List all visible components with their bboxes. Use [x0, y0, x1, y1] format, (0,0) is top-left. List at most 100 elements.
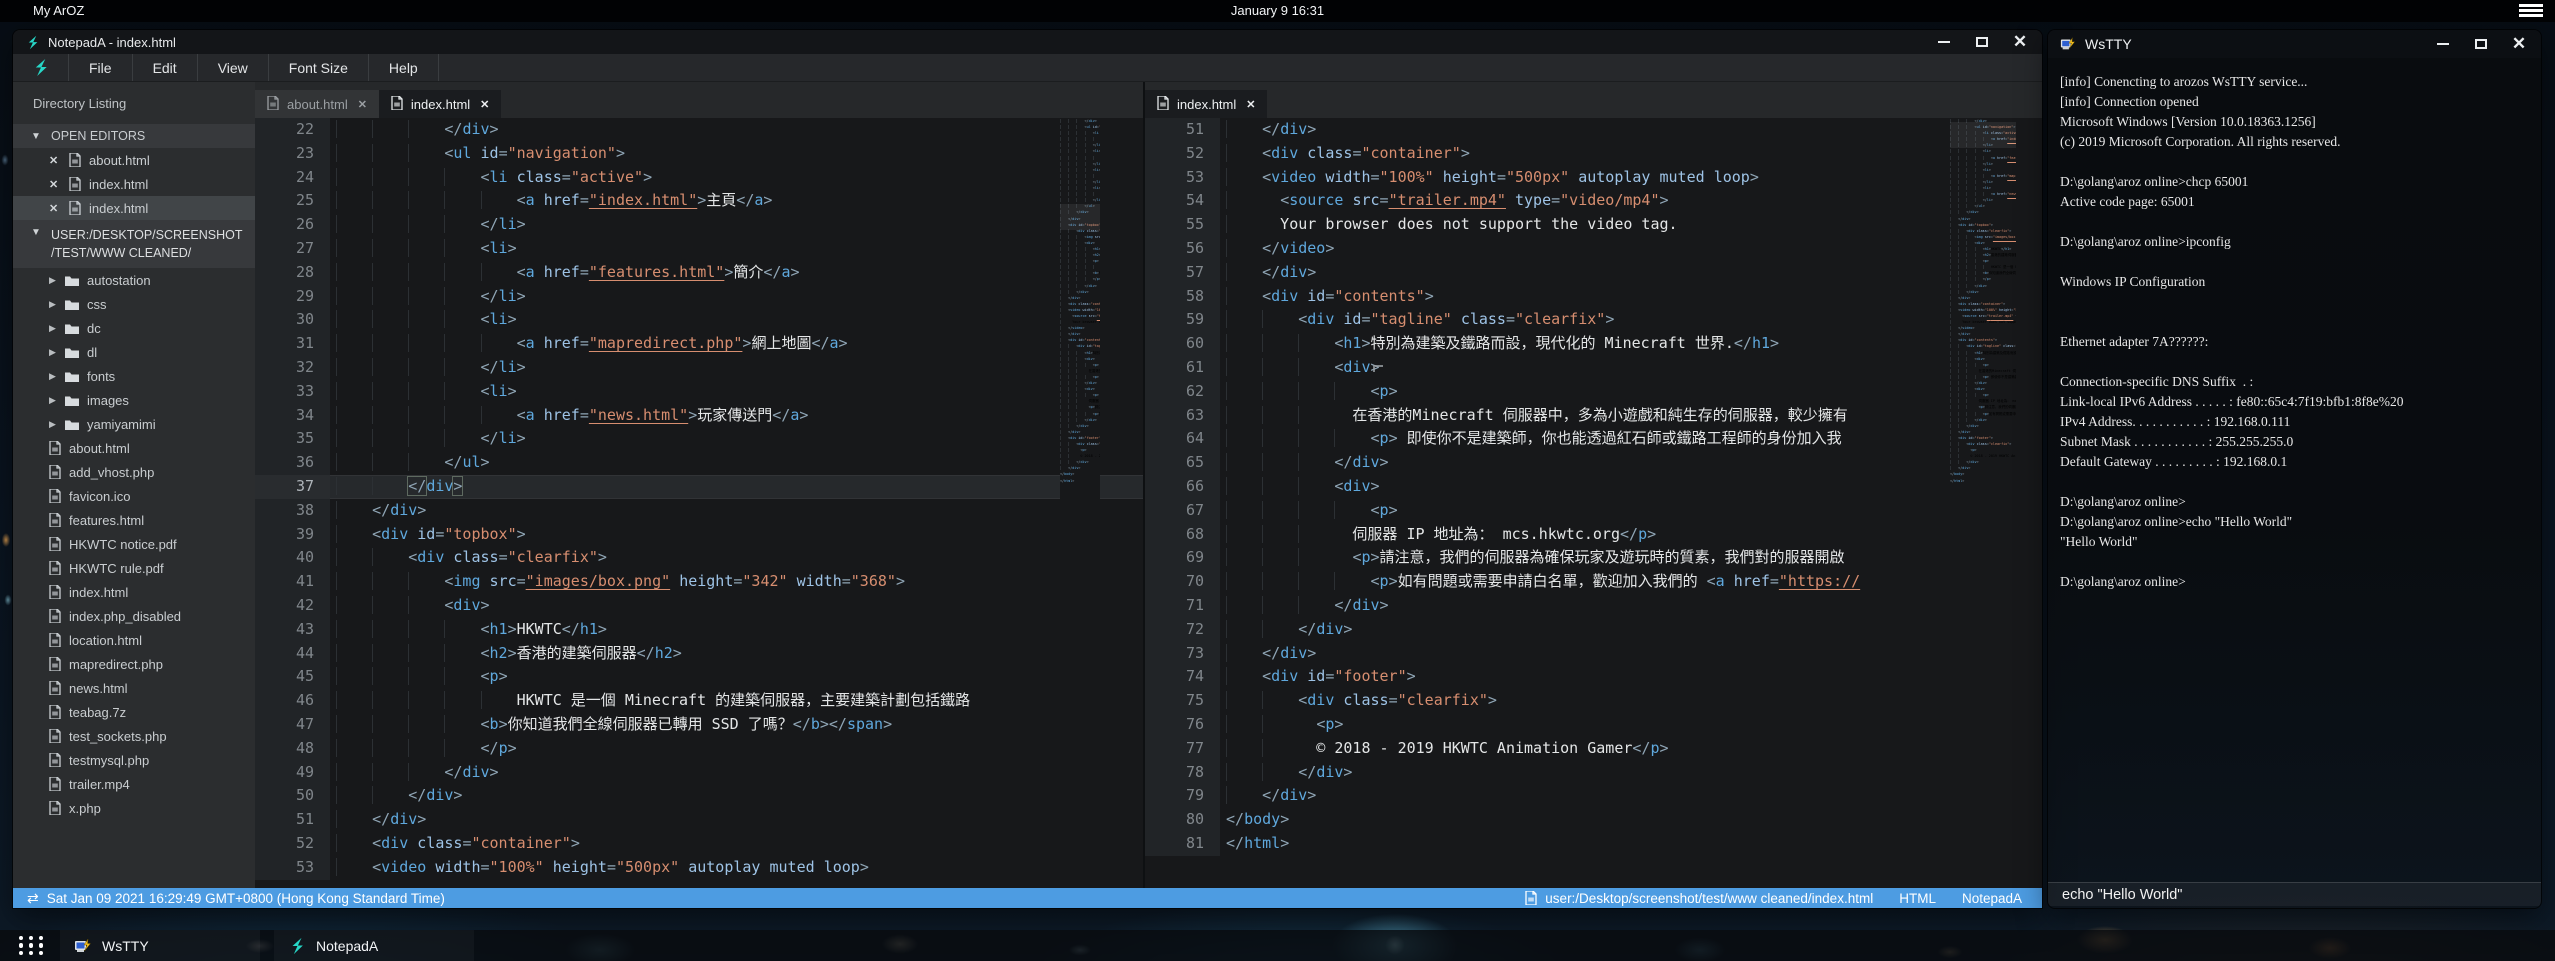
notepada-window: NotepadA - index.html ✕ FileEditViewFont… — [13, 30, 2042, 908]
statusbar-language-badge[interactable]: HTML — [1899, 891, 1936, 906]
line-number: 64 — [1145, 427, 1220, 451]
code-line-32: 32 </li> — [255, 356, 1143, 380]
tab-index.html[interactable]: index.html✕ — [1145, 90, 1267, 118]
sidebar-file-test-sockets.php[interactable]: test_sockets.php — [13, 724, 255, 748]
line-number: 22 — [255, 118, 330, 142]
sidebar-folder-dc[interactable]: ▶dc — [13, 316, 255, 340]
maximize-icon[interactable] — [1974, 34, 1990, 50]
section-open-editors[interactable]: ▼OPEN EDITORS — [13, 124, 255, 148]
taskbar-item-notepada[interactable]: NotepadA — [274, 930, 474, 961]
terminal-line: [info] Connection opened — [2060, 92, 2541, 112]
code-line-46: 46 HKWTC 是一個 Minecraft 的建築伺服器，主要建築計劃包括鐵路 — [255, 689, 1143, 713]
sidebar-folder-yamiyamimi[interactable]: ▶yamiyamimi — [13, 412, 255, 436]
close-icon[interactable]: ✕ — [49, 154, 63, 167]
sidebar-folder-autostation[interactable]: ▶autostation — [13, 268, 255, 292]
wstty-titlebar[interactable]: WsTTY ✕ — [2048, 30, 2541, 58]
menu-item-font-size[interactable]: Font Size — [269, 54, 369, 81]
code-line-66: 66 <div> — [1145, 475, 2042, 499]
sidebar-file-add-vhost.php[interactable]: add_vhost.php — [13, 460, 255, 484]
sidebar-file-mapredirect.php[interactable]: mapredirect.php — [13, 652, 255, 676]
sidebar-file-x.php[interactable]: x.php — [13, 796, 255, 820]
code-editor-left[interactable]: 22 </div>23 <ul id="navigation">24 <li c… — [255, 118, 1143, 888]
line-number: 75 — [1145, 689, 1220, 713]
tab-index.html[interactable]: index.html✕ — [379, 90, 501, 118]
close-icon[interactable]: ✕ — [49, 202, 63, 215]
terminal-line: Active code page: 65001 — [2060, 192, 2541, 212]
taskbar-item-wstty[interactable]: WsTTY — [60, 930, 260, 961]
line-number: 38 — [255, 499, 330, 523]
minimap-right[interactable]: </div> <ul id="navigation"> <li class="a… — [1950, 118, 2016, 888]
close-icon[interactable]: ✕ — [2012, 34, 2028, 50]
sidebar-file-HKWTC-rule.pdf[interactable]: HKWTC rule.pdf — [13, 556, 255, 580]
line-number: 81 — [1145, 832, 1220, 856]
tabbar-left: about.html✕index.html✕ — [255, 82, 1143, 118]
folder-icon — [65, 323, 79, 334]
code-line-33: 33 <li> — [255, 380, 1143, 404]
sidebar-file-favicon.ico[interactable]: favicon.ico — [13, 484, 255, 508]
sidebar-file-trailer.mp4[interactable]: trailer.mp4 — [13, 772, 255, 796]
close-icon[interactable]: ✕ — [358, 98, 367, 111]
line-number: 31 — [255, 332, 330, 356]
menu-item-file[interactable]: File — [69, 54, 133, 81]
code-line-79: 79 </div> — [1145, 784, 2042, 808]
open-editor-item[interactable]: ✕about.html — [13, 148, 255, 172]
close-icon[interactable]: ✕ — [1246, 98, 1255, 111]
notepada-icon — [288, 937, 306, 955]
code-line-34: 34 <a href="news.html">玩家傳送門</a> — [255, 404, 1143, 428]
minimize-icon[interactable] — [1936, 34, 1952, 50]
line-number: 23 — [255, 142, 330, 166]
pane-splitter-handle[interactable] — [1373, 365, 1383, 372]
sidebar-folder-fonts[interactable]: ▶fonts — [13, 364, 255, 388]
minimize-icon[interactable] — [2435, 36, 2451, 52]
sidebar-file-news.html[interactable]: news.html — [13, 676, 255, 700]
code-line-53: 53 <video width="100%" height="500px" au… — [1145, 166, 2042, 190]
close-icon[interactable]: ✕ — [2511, 36, 2527, 52]
close-icon[interactable]: ✕ — [480, 98, 489, 111]
line-number: 24 — [255, 166, 330, 190]
chevron-right-icon: ▶ — [49, 419, 61, 430]
launcher-grid-icon[interactable] — [16, 931, 46, 961]
section-workspace-path[interactable]: ▼USER:/DESKTOP/SCREENSHOT /TEST/WWW CLEA… — [13, 220, 255, 268]
sidebar-file-about.html[interactable]: about.html — [13, 436, 255, 460]
sidebar-file-features.html[interactable]: features.html — [13, 508, 255, 532]
sidebar-file-teabag.7z[interactable]: teabag.7z — [13, 700, 255, 724]
terminal-output[interactable]: [info] Conencting to arozos WsTTY servic… — [2048, 58, 2541, 908]
sidebar-file-testmysql.php[interactable]: testmysql.php — [13, 748, 255, 772]
maximize-icon[interactable] — [2473, 36, 2489, 52]
sidebar-file-index.php-disabled[interactable]: index.php_disabled — [13, 604, 255, 628]
minimap-left[interactable]: </div> <ul id="navigation"> <li class="a… — [1060, 118, 1100, 888]
menu-item-edit[interactable]: Edit — [133, 54, 198, 81]
menu-item-help[interactable]: Help — [369, 54, 439, 81]
line-number: 32 — [255, 356, 330, 380]
menu-item-view[interactable]: View — [198, 54, 269, 81]
file-icon — [49, 705, 61, 719]
line-number: 58 — [1145, 285, 1220, 309]
code-editor-right[interactable]: 51 </div>52 <div class="container">53 <v… — [1145, 118, 2042, 888]
open-editor-item[interactable]: ✕index.html — [13, 172, 255, 196]
line-number: 49 — [255, 761, 330, 785]
sidebar-file-index.html[interactable]: index.html — [13, 580, 255, 604]
open-editor-item[interactable]: ✕index.html — [13, 196, 255, 220]
tab-about.html[interactable]: about.html✕ — [255, 90, 379, 118]
code-line-63: 63 在香港的Minecraft 伺服器中，多為小遊戲和純生存的伺服器，較少擁有 — [1145, 404, 2042, 428]
file-icon — [49, 537, 61, 551]
menu-icon[interactable] — [2519, 4, 2543, 18]
sidebar-folder-css[interactable]: ▶css — [13, 292, 255, 316]
code-line-40: 40 <div class="clearfix"> — [255, 546, 1143, 570]
sidebar-folder-dl[interactable]: ▶dl — [13, 340, 255, 364]
minimap-viewport[interactable] — [1060, 204, 1100, 230]
code-line-23: 23 <ul id="navigation"> — [255, 142, 1143, 166]
sidebar-file-HKWTC-notice.pdf[interactable]: HKWTC notice.pdf — [13, 532, 255, 556]
code-line-52: 52 <div class="container"> — [1145, 142, 2042, 166]
line-number: 77 — [1145, 737, 1220, 761]
sidebar-folder-images[interactable]: ▶images — [13, 388, 255, 412]
close-icon[interactable]: ✕ — [49, 178, 63, 191]
minimap-viewport[interactable] — [1950, 122, 2016, 148]
chevron-right-icon: ▶ — [49, 275, 61, 286]
line-number: 40 — [255, 546, 330, 570]
notepada-titlebar[interactable]: NotepadA - index.html ✕ — [13, 30, 2042, 54]
sidebar-file-location.html[interactable]: location.html — [13, 628, 255, 652]
wstty-window-title: WsTTY — [2085, 36, 2132, 52]
terminal-input[interactable] — [2048, 887, 2541, 903]
terminal-line: [info] Conencting to arozos WsTTY servic… — [2060, 72, 2541, 92]
